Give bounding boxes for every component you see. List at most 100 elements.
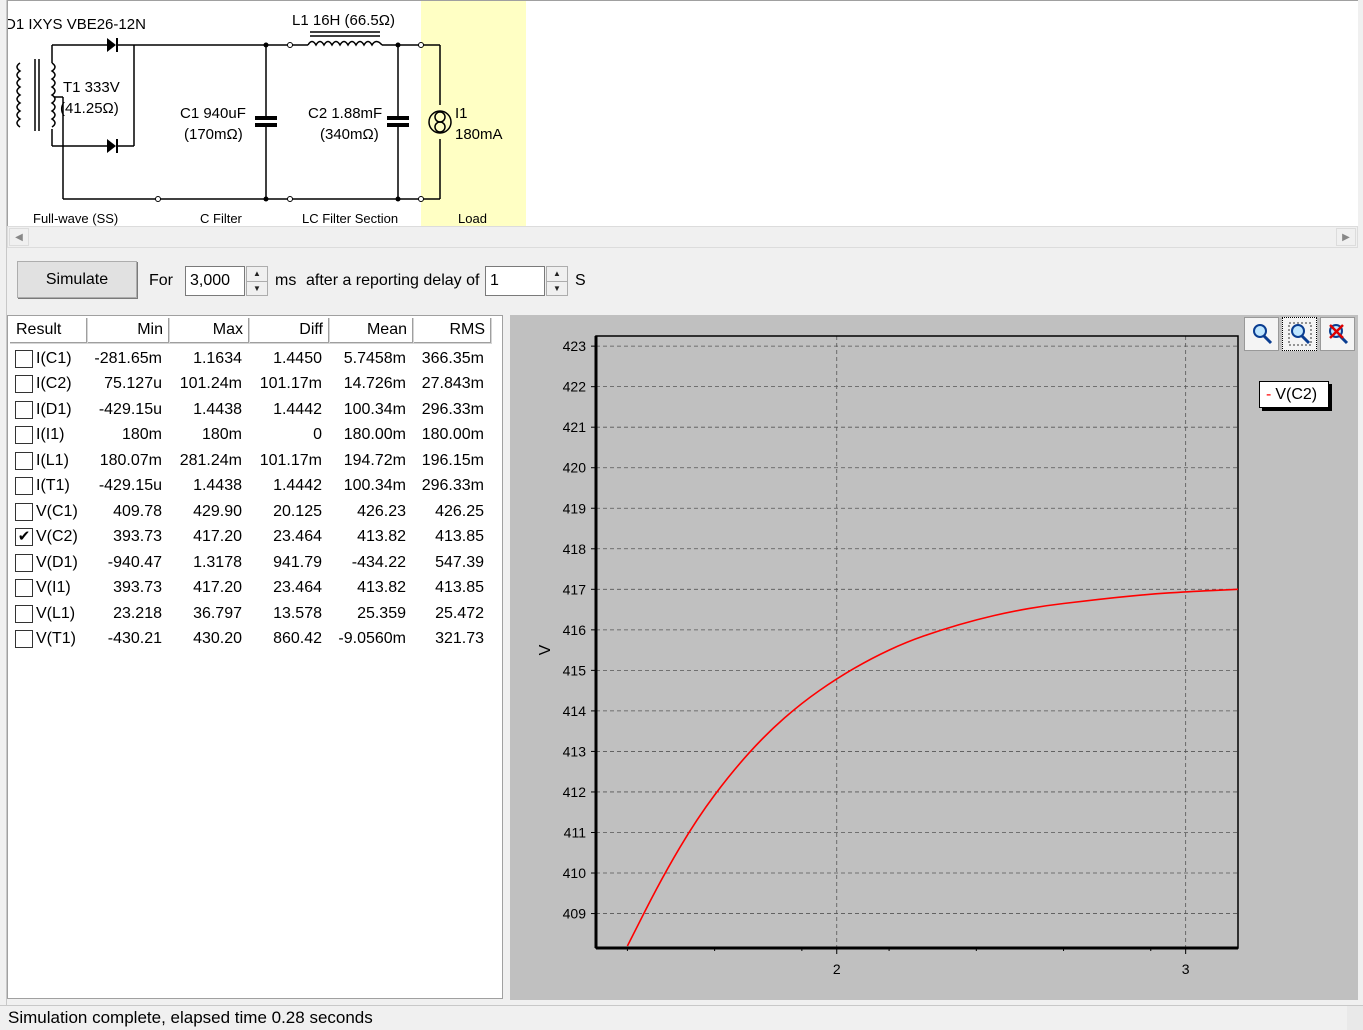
result-mean: -434.22 (351, 553, 406, 571)
y-tick-label: 415 (563, 662, 587, 678)
result-rms: 196.15m (421, 451, 484, 469)
delay-stepper[interactable]: ▲ ▼ (546, 266, 568, 296)
stepper-up-icon[interactable]: ▲ (247, 267, 267, 281)
result-max: 429.90 (193, 502, 242, 520)
result-mean: 5.7458m (343, 349, 406, 367)
table-row[interactable]: V(T1) -430.21 430.20 860.42 -9.0560m 321… (10, 627, 490, 652)
column-header-min[interactable]: Min (88, 318, 170, 344)
result-checkbox[interactable]: ✔ (15, 528, 33, 546)
result-mean: 100.34m (343, 477, 406, 494)
table-row[interactable]: V(C1) 409.78 429.90 20.125 426.23 426.25 (10, 499, 490, 524)
table-row[interactable]: V(L1) 23.218 36.797 13.578 25.359 25.472 (10, 601, 490, 626)
result-checkbox[interactable] (15, 426, 33, 444)
transformer-label: T1 333V (63, 79, 120, 96)
result-max: 417.20 (193, 579, 242, 596)
table-row[interactable]: ✔ V(C2) 393.73 417.20 23.464 413.82 413.… (10, 525, 490, 550)
chart-panel[interactable]: 409 410 411 412 413 414 415 416 417 418 419 420 421 4… (510, 315, 1358, 1000)
result-diff: 1.4442 (273, 400, 322, 418)
result-rms: 321.73 (435, 630, 484, 647)
legend-series-name: V(C2) (1275, 386, 1318, 403)
table-row[interactable]: I(T1) -429.15u 1.4438 1.4442 100.34m 296… (10, 474, 490, 499)
result-checkbox[interactable] (15, 349, 33, 368)
result-min: 180m (121, 426, 162, 443)
y-tick-label: 417 (563, 581, 587, 597)
y-tick-label: 410 (563, 865, 587, 881)
column-header-mean[interactable]: Mean (330, 318, 414, 344)
result-min: 409.78 (113, 502, 162, 520)
table-row[interactable]: I(L1) 180.07m 281.24m 101.17m 194.72m 19… (10, 448, 490, 473)
y-tick-label: 423 (563, 338, 587, 354)
seconds-label: S (575, 272, 586, 289)
result-checkbox[interactable] (15, 553, 33, 572)
x-tick-label: 2 (833, 961, 841, 977)
result-diff: 1.4442 (273, 477, 322, 494)
result-checkbox[interactable] (15, 604, 33, 623)
column-header-rms[interactable]: RMS (414, 318, 492, 344)
inductor-label: L1 16H (66.5Ω) (292, 12, 395, 29)
result-mean: 25.359 (357, 604, 406, 622)
result-rms: 296.33m (421, 477, 484, 494)
result-rms: 180.00m (421, 426, 484, 443)
result-checkbox[interactable] (15, 375, 33, 393)
y-tick-label: 416 (563, 622, 587, 638)
schematic-canvas[interactable]: D1 IXYS VBE26-12N T1 333V (41.25Ω) L1 16… (5, 0, 1358, 227)
column-header-max[interactable]: Max (170, 318, 250, 344)
result-name: I(T1) (36, 477, 70, 494)
stepper-up-icon[interactable]: ▲ (547, 267, 567, 281)
y-tick-label: 419 (563, 500, 587, 516)
duration-input[interactable] (185, 266, 245, 296)
result-checkbox[interactable] (15, 502, 33, 521)
schematic-drawing: D1 IXYS VBE26-12N T1 333V (41.25Ω) L1 16… (5, 1, 526, 227)
result-min: 75.127u (104, 375, 162, 392)
x-tick-label: 3 (1182, 961, 1190, 977)
reporting-delay-input[interactable] (485, 266, 545, 296)
result-min: -940.47 (107, 553, 162, 571)
result-min: 23.218 (113, 604, 162, 622)
result-max: 101.24m (179, 375, 242, 392)
result-diff: 941.79 (273, 553, 322, 571)
stepper-down-icon[interactable]: ▼ (547, 281, 567, 295)
column-header-diff[interactable]: Diff (250, 318, 330, 344)
inductor-symbol (307, 40, 383, 47)
duration-stepper[interactable]: ▲ ▼ (246, 266, 268, 296)
result-mean: -9.0560m (338, 630, 406, 647)
result-mean: 413.82 (357, 528, 406, 545)
delay-label: after a reporting delay of (306, 272, 480, 289)
chart-legend[interactable]: - V(C2) (1259, 381, 1329, 408)
scroll-left-button[interactable]: ◀ (9, 228, 29, 246)
status-bar-grip (1347, 1006, 1363, 1030)
simulate-button[interactable]: Simulate (17, 261, 137, 298)
result-min: 393.73 (113, 528, 162, 545)
stepper-down-icon[interactable]: ▼ (247, 281, 267, 295)
result-rms: 426.25 (435, 502, 484, 520)
left-window-edge (0, 0, 7, 1005)
result-checkbox[interactable] (15, 400, 33, 419)
schematic-horizontal-scrollbar[interactable]: ◀ ▶ (7, 226, 1358, 248)
table-row[interactable]: I(C2) 75.127u 101.24m 101.17m 14.726m 27… (10, 372, 490, 397)
result-checkbox[interactable] (15, 630, 33, 648)
column-header-result[interactable]: Result (10, 318, 88, 344)
result-max: 430.20 (193, 630, 242, 647)
table-row[interactable]: V(I1) 393.73 417.20 23.464 413.82 413.85 (10, 576, 490, 601)
results-header-row: Result Min Max Diff Mean RMS (10, 318, 492, 344)
table-row[interactable]: I(D1) -429.15u 1.4438 1.4442 100.34m 296… (10, 397, 490, 422)
result-min: -281.65m (94, 349, 162, 367)
results-table: Result Min Max Diff Mean RMS I(C1) -281.… (7, 315, 503, 999)
result-diff: 101.17m (259, 375, 322, 392)
y-tick-label: 420 (563, 460, 587, 476)
result-max: 36.797 (193, 604, 242, 622)
result-rms: 25.472 (435, 604, 484, 622)
result-checkbox[interactable] (15, 477, 33, 495)
scroll-right-button[interactable]: ▶ (1336, 228, 1356, 246)
result-checkbox[interactable] (15, 579, 33, 597)
table-row[interactable]: I(I1) 180m 180m 0 180.00m 180.00m (10, 423, 490, 448)
result-min: -430.21 (107, 630, 162, 647)
table-row[interactable]: I(C1) -281.65m 1.1634 1.4450 5.7458m 366… (10, 346, 490, 371)
status-bar: Simulation complete, elapsed time 0.28 s… (0, 1005, 1363, 1030)
checkmark-icon: ✔ (17, 528, 31, 545)
result-diff: 20.125 (273, 502, 322, 520)
table-row[interactable]: V(D1) -940.47 1.3178 941.79 -434.22 547.… (10, 550, 490, 575)
result-checkbox[interactable] (15, 451, 33, 470)
result-name: V(C2) (36, 528, 78, 545)
result-max: 417.20 (193, 528, 242, 545)
